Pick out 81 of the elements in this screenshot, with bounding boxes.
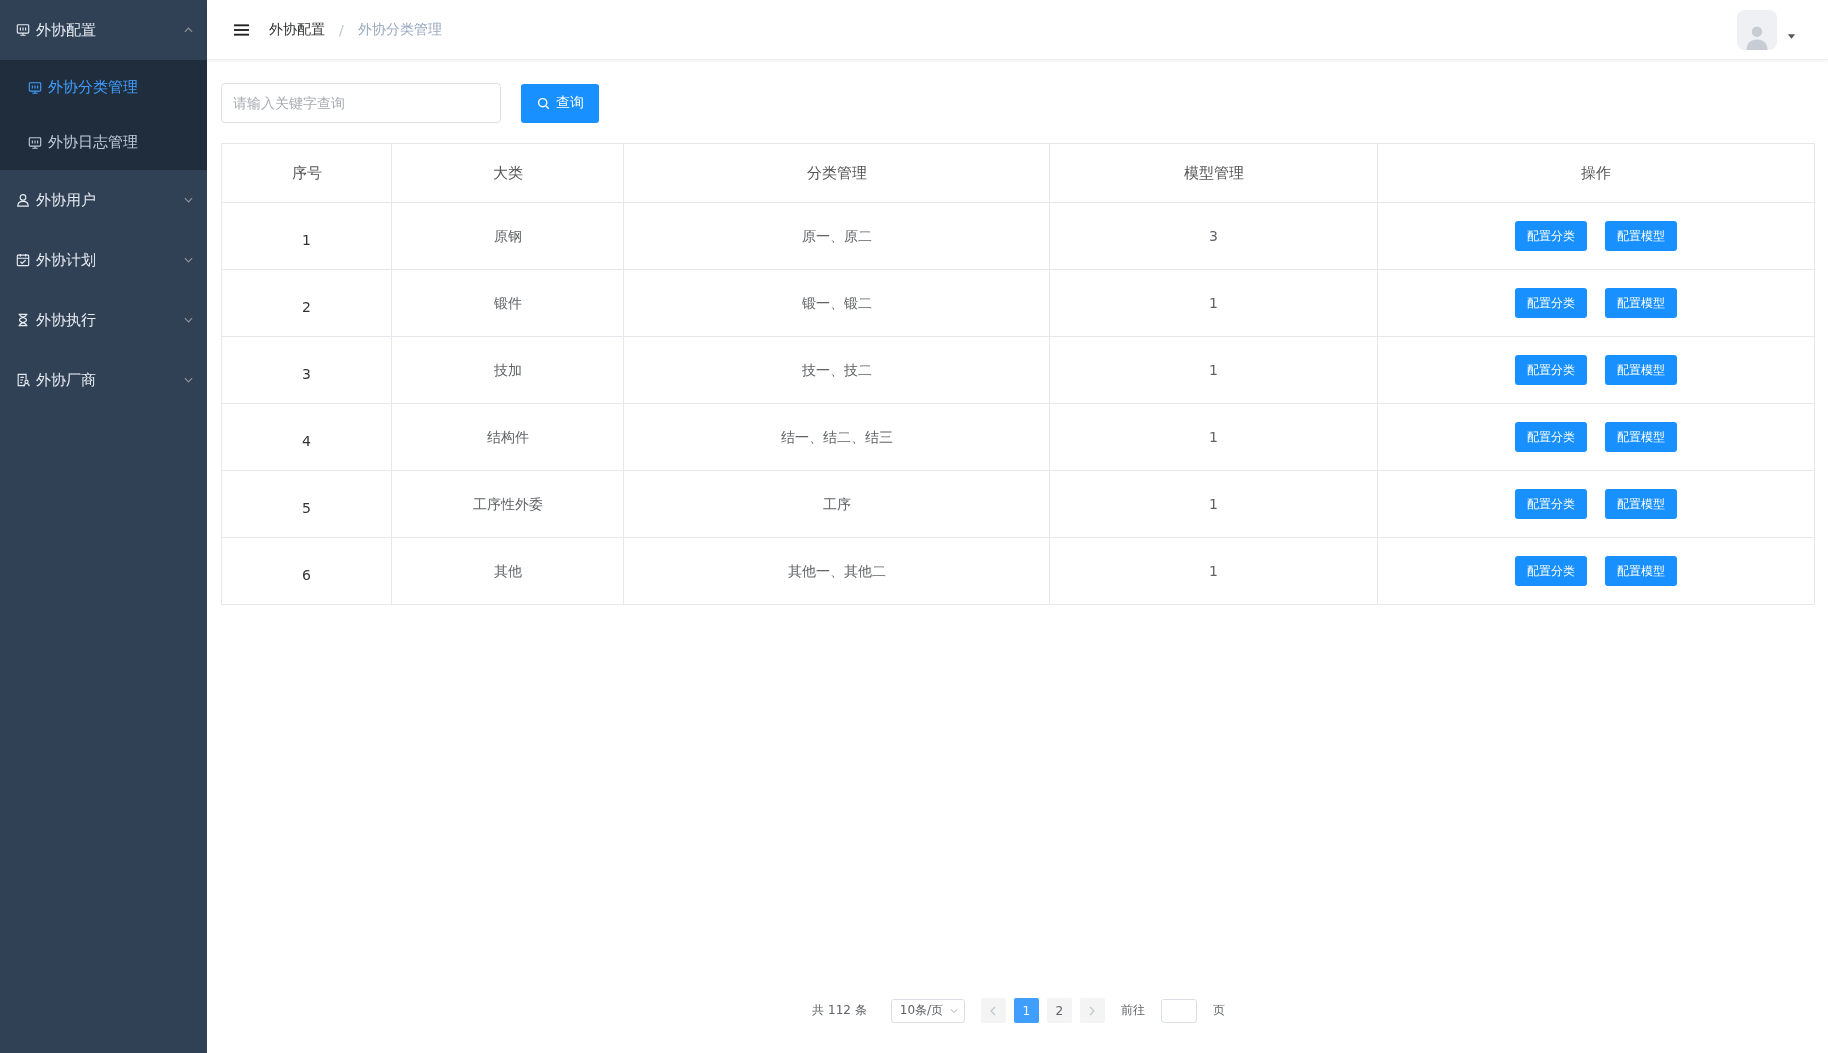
action-button[interactable]: 配置模型 [1605, 221, 1677, 251]
chevron-down-icon [184, 317, 193, 323]
page-suffix: 页 [1212, 1002, 1225, 1019]
table-cell: 1 [221, 202, 392, 270]
goto-label: 前往 [1120, 1002, 1145, 1019]
page-size-select[interactable]: 10条/页 [890, 998, 965, 1023]
column-header: 模型管理 [1049, 143, 1378, 203]
table-cell: 其他 [391, 537, 624, 605]
table-cell: 工序性外委 [391, 470, 624, 538]
chevron-down-icon [949, 1007, 958, 1014]
action-button[interactable]: 配置模型 [1605, 556, 1677, 586]
action-button[interactable]: 配置模型 [1605, 288, 1677, 318]
action-button[interactable]: 配置分类 [1515, 556, 1587, 586]
table-cell: 工序 [623, 470, 1050, 538]
page-number-field[interactable] [1160, 998, 1197, 1023]
document-icon [16, 373, 30, 387]
next-page-button[interactable] [1079, 998, 1105, 1023]
action-button[interactable]: 配置分类 [1515, 489, 1587, 519]
table-cell: 原一、原二 [623, 202, 1050, 270]
column-header: 分类管理 [623, 143, 1050, 203]
menu-icon[interactable] [234, 23, 249, 36]
action-button[interactable]: 配置分类 [1515, 221, 1587, 251]
sidebar-menu-item[interactable]: 外协配置 [0, 0, 207, 60]
table-cell: 锻件 [391, 269, 624, 337]
search-button[interactable]: 查询 [521, 83, 599, 123]
calendar-icon [16, 253, 30, 267]
action-button[interactable]: 配置模型 [1605, 489, 1677, 519]
chevron-left-icon [990, 1005, 997, 1016]
chevron-down-icon [184, 377, 193, 383]
monitor-icon [16, 23, 30, 37]
table-cell: 1 [1049, 403, 1378, 471]
table-cell: 结一、结二、结三 [623, 403, 1050, 471]
table-cell: 结构件 [391, 403, 624, 471]
sidebar-submenu-item[interactable]: 外协分类管理 [0, 60, 207, 115]
table-cell: 1 [1049, 537, 1378, 605]
sidebar-menu-item[interactable]: 外协计划 [0, 230, 207, 290]
table-cell: 4 [221, 403, 392, 471]
chevron-down-icon [184, 257, 193, 263]
avatar-photo-placeholder[interactable] [1737, 9, 1777, 50]
user-icon [16, 193, 30, 207]
column-header: 大类 [391, 143, 624, 203]
table-cell: 5 [221, 470, 392, 538]
table-cell: 6 [221, 537, 392, 605]
chevron-down-icon [184, 197, 193, 203]
table-cell: 其他一、其他二 [623, 537, 1050, 605]
table-cell: 1 [1049, 470, 1378, 538]
table-cell: 技一、技二 [623, 336, 1050, 404]
caret-icon[interactable] [1787, 33, 1796, 40]
previous-page-button[interactable] [980, 998, 1006, 1023]
table-cell: 锻一、锻二 [623, 269, 1050, 337]
monitor-icon [28, 135, 42, 150]
sidebar-menu-item[interactable]: 外协执行 [0, 290, 207, 350]
action-button[interactable]: 配置分类 [1515, 422, 1587, 452]
action-button[interactable]: 配置模型 [1605, 355, 1677, 385]
column-header: 操作 [1377, 143, 1815, 203]
column-header: 序号 [221, 143, 392, 203]
chevron-right-icon [1089, 1005, 1096, 1016]
hourglass-icon [16, 313, 30, 327]
search-icon [536, 96, 550, 110]
sidebar-menu-item[interactable]: 外协用户 [0, 170, 207, 230]
sidebar-submenu-item[interactable]: 外协日志管理 [0, 115, 207, 170]
sidebar-menu-item[interactable]: 外协厂商 [0, 350, 207, 410]
table-cell: 1 [1049, 269, 1378, 337]
search-field[interactable]: 请输入关键字查询 [221, 83, 501, 123]
action-button[interactable]: 配置分类 [1515, 288, 1587, 318]
chevron-up-icon [184, 27, 193, 33]
action-button[interactable]: 配置模型 [1605, 422, 1677, 452]
table-cell: 3 [1049, 202, 1378, 270]
table-cell: 2 [221, 269, 392, 337]
page-button[interactable]: 2 [1046, 998, 1072, 1023]
table-cell: 原钢 [391, 202, 624, 270]
breadcrumb-separator: / [339, 21, 344, 38]
breadcrumb-item[interactable]: 外协配置 [269, 20, 325, 39]
action-button[interactable]: 配置分类 [1515, 355, 1587, 385]
total-count: 共 112 条 [812, 1002, 867, 1019]
table-cell: 技加 [391, 336, 624, 404]
table-cell: 3 [221, 336, 392, 404]
page-button[interactable]: 1 [1013, 998, 1039, 1023]
breadcrumb-item: 外协分类管理 [357, 20, 442, 39]
table-cell: 1 [1049, 336, 1378, 404]
monitor-icon [28, 80, 42, 95]
